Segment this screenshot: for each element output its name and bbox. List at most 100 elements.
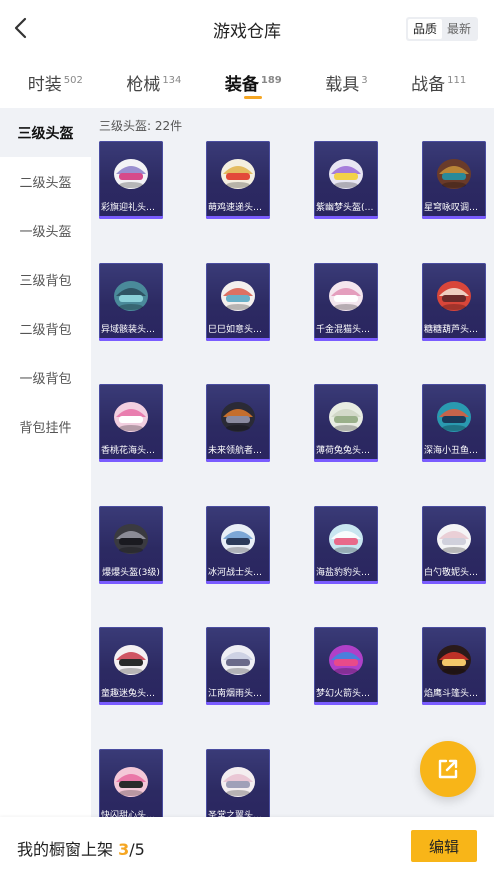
item-name: 深海小丑鱼头...: [424, 446, 484, 456]
tab-count: 134: [162, 75, 182, 86]
item-count-label: 三级头盔: 22件: [99, 119, 183, 133]
rarity-stripe: [99, 459, 163, 462]
item-card[interactable]: 巳巳如意头盔...: [206, 263, 270, 341]
share-button[interactable]: [420, 741, 476, 797]
helmet-icon: [114, 767, 148, 797]
sidebar-item-level2-helmet[interactable]: 二级头盔: [0, 157, 91, 206]
item-card[interactable]: 薄荷兔兔头盔...: [314, 384, 378, 462]
item-name: 海盐豹豹头盔...: [316, 568, 376, 578]
sidebar-item-level1-backpack[interactable]: 一级背包: [0, 353, 91, 402]
item-card[interactable]: 快闪甜心头盔...: [99, 749, 163, 827]
helmet-icon: [437, 281, 471, 311]
item-card[interactable]: 焰鹰斗篷头盔...: [422, 627, 486, 705]
sidebar-item-level1-helmet[interactable]: 一级头盔: [0, 206, 91, 255]
shelf-label: 我的橱窗上架: [17, 840, 114, 859]
share-icon: [438, 759, 458, 779]
bottom-bar: 我的橱窗上架 3/5 编辑: [0, 817, 494, 875]
helmet-icon: [329, 281, 363, 311]
rarity-stripe: [206, 338, 270, 341]
item-card[interactable]: 星穹咏叹调头...: [422, 141, 486, 219]
item-name: 童趣迷兔头盔...: [101, 689, 161, 699]
rarity-stripe: [206, 581, 270, 584]
item-name: 未来领航者头...: [208, 446, 268, 456]
rarity-stripe: [422, 216, 486, 219]
sidebar-item-level2-backpack[interactable]: 二级背包: [0, 304, 91, 353]
tab-weapons[interactable]: 枪械 134: [126, 58, 181, 108]
helmet-icon: [437, 159, 471, 189]
item-name: 紫幽梦头盔(3...: [316, 203, 376, 213]
sidebar-item-level3-helmet[interactable]: 三级头盔: [0, 108, 91, 157]
item-card[interactable]: 童趣迷兔头盔...: [99, 627, 163, 705]
item-name: 焰鹰斗篷头盔...: [424, 689, 484, 699]
item-card[interactable]: 萌鸡速递头盔...: [206, 141, 270, 219]
top-bar: 游戏仓库 品质 最新: [0, 0, 494, 58]
item-card[interactable]: 香桃花海头盔...: [99, 384, 163, 462]
helmet-icon: [114, 402, 148, 432]
item-card[interactable]: 异域骸装头盔...: [99, 263, 163, 341]
tab-equipment[interactable]: 装备 189: [225, 58, 282, 108]
rarity-stripe: [99, 338, 163, 341]
rarity-stripe: [314, 581, 378, 584]
helmet-icon: [329, 402, 363, 432]
sort-toggle: 品质 最新: [405, 17, 478, 41]
item-name: 萌鸡速递头盔...: [208, 203, 268, 213]
item-card[interactable]: 梦幻火箭头盔...: [314, 627, 378, 705]
helmet-icon: [437, 524, 471, 554]
item-card[interactable]: 爆爆头盔(3级): [99, 506, 163, 584]
item-name: 彩旗迎礼头盔...: [101, 203, 161, 213]
tab-supplies[interactable]: 战备 111: [411, 58, 466, 108]
rarity-stripe: [99, 702, 163, 705]
tab-count: 111: [447, 75, 467, 86]
item-card[interactable]: 糖糖葫芦头盔...: [422, 263, 486, 341]
rarity-stripe: [206, 216, 270, 219]
tab-label: 战备: [411, 75, 446, 95]
rarity-stripe: [422, 581, 486, 584]
shelf-status: 我的橱窗上架 3/5: [17, 836, 145, 860]
helmet-icon: [114, 645, 148, 675]
item-card[interactable]: 千金混猫头盔...: [314, 263, 378, 341]
tab-vehicles[interactable]: 载具 3: [325, 58, 367, 108]
tab-label: 装备: [224, 75, 259, 95]
item-card[interactable]: 白勺敬妮头盔...: [422, 506, 486, 584]
item-name: 异域骸装头盔...: [101, 325, 161, 335]
category-tabs: 时装 502 枪械 134 装备 189 载具 3 战备 111: [0, 58, 494, 108]
rarity-stripe: [422, 459, 486, 462]
rarity-stripe: [99, 216, 163, 219]
tab-underline: [244, 96, 263, 99]
item-card[interactable]: 海盐豹豹头盔...: [314, 506, 378, 584]
shelf-total-count: /5: [129, 840, 145, 859]
tab-fashion[interactable]: 时装 502: [28, 58, 83, 108]
item-card[interactable]: 圣堂之翼头盔...: [206, 749, 270, 827]
helmet-icon: [114, 524, 148, 554]
edit-button[interactable]: 编辑: [411, 830, 477, 862]
item-card[interactable]: 未来领航者头...: [206, 384, 270, 462]
rarity-stripe: [314, 459, 378, 462]
helmet-icon: [221, 645, 255, 675]
item-card[interactable]: 江南烟雨头盔...: [206, 627, 270, 705]
tab-count: 502: [63, 75, 83, 86]
item-card[interactable]: 紫幽梦头盔(3...: [314, 141, 378, 219]
sort-newest-button[interactable]: 最新: [442, 19, 476, 39]
rarity-stripe: [314, 216, 378, 219]
helmet-icon: [114, 281, 148, 311]
item-card[interactable]: 彩旗迎礼头盔...: [99, 141, 163, 219]
helmet-icon: [221, 281, 255, 311]
sidebar-item-level3-backpack[interactable]: 三级背包: [0, 255, 91, 304]
item-name: 爆爆头盔(3级): [102, 568, 160, 578]
tab-count: 189: [260, 75, 282, 86]
rarity-stripe: [314, 338, 378, 341]
item-card[interactable]: 深海小丑鱼头...: [422, 384, 486, 462]
helmet-icon: [329, 159, 363, 189]
sort-quality-button[interactable]: 品质: [407, 19, 442, 39]
helmet-icon: [221, 402, 255, 432]
item-name: 冰河战士头盔...: [208, 568, 268, 578]
rarity-stripe: [314, 702, 378, 705]
app: 游戏仓库 品质 最新 时装 502 枪械 134 装备 189 载具 3 战备 111 三…: [0, 0, 494, 875]
item-name: 梦幻火箭头盔...: [316, 689, 376, 699]
item-card[interactable]: 冰河战士头盔...: [206, 506, 270, 584]
item-name: 巳巳如意头盔...: [208, 325, 268, 335]
helmet-icon: [114, 159, 148, 189]
shelf-current-count: 3: [118, 840, 130, 859]
helmet-icon: [221, 767, 255, 797]
sidebar-item-backpack-charm[interactable]: 背包挂件: [0, 402, 91, 451]
